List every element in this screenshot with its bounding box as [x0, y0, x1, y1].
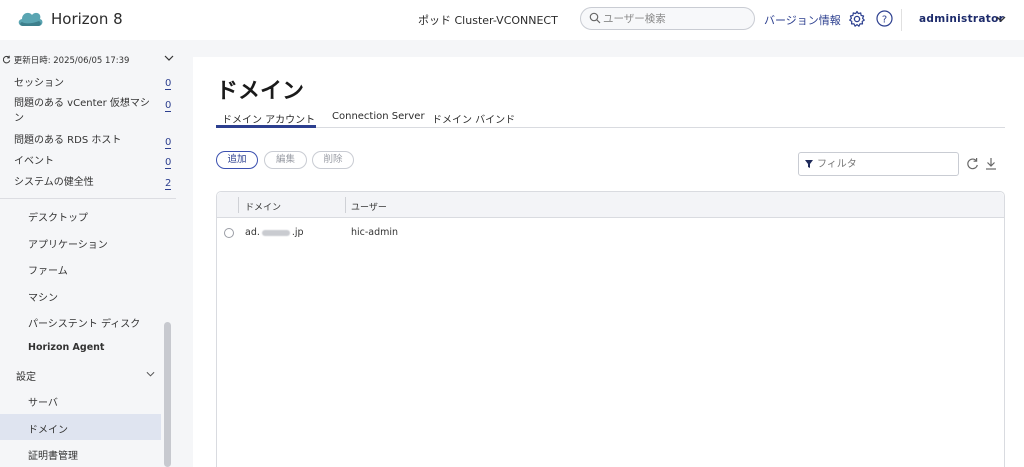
chevron-down-icon[interactable] [164, 55, 174, 62]
last-updated[interactable]: 更新日時: 2025/06/05 17:39 [2, 54, 129, 66]
column-separator [345, 197, 346, 213]
sidebar-item-certificate-management[interactable]: 証明書管理 [28, 447, 78, 462]
stat-problem-rds-hosts-count[interactable]: 0 [165, 137, 172, 149]
chevron-down-icon[interactable] [146, 371, 155, 378]
row-select-radio[interactable] [224, 228, 234, 238]
gear-icon[interactable] [848, 10, 866, 28]
edit-button[interactable]: 編集 [264, 151, 307, 169]
active-tab-indicator [216, 125, 316, 128]
domain-prefix: ad. [245, 227, 260, 238]
help-icon[interactable]: ? [876, 10, 893, 27]
stat-problem-rds-hosts: 問題のある RDS ホスト [14, 135, 122, 146]
stat-system-health-count[interactable]: 2 [165, 178, 172, 190]
stat-events: イベント [14, 156, 54, 167]
page-title: ドメイン [216, 79, 305, 104]
sidebar-item-domains[interactable]: ドメイン [28, 421, 68, 436]
search-icon [589, 12, 601, 24]
sidebar-item-horizon-agent[interactable]: Horizon Agent [28, 342, 104, 353]
app-title: Horizon 8 [51, 10, 123, 28]
filter-box[interactable] [798, 152, 959, 176]
refresh-icon[interactable] [2, 55, 11, 64]
version-info-link[interactable]: バージョン情報 [764, 12, 841, 28]
sidebar-divider [0, 198, 176, 199]
stat-system-health: システムの健全性 [14, 177, 94, 188]
sidebar-section-settings[interactable]: 設定 [16, 368, 36, 383]
delete-button[interactable]: 削除 [312, 151, 354, 169]
sidebar-item-applications[interactable]: アプリケーション [28, 236, 108, 251]
sidebar: 更新日時: 2025/06/05 17:39 セッション 0 問題のある vCe… [0, 40, 176, 467]
pod-name: Cluster-VCONNECT [454, 14, 558, 27]
sidebar-active-highlight [0, 414, 161, 440]
redacted-text [261, 229, 290, 236]
sidebar-scrollbar[interactable] [164, 322, 171, 467]
sidebar-item-persistent-disks[interactable]: パーシステント ディスク [28, 315, 140, 330]
add-button[interactable]: 追加 [216, 151, 258, 169]
sidebar-item-servers[interactable]: サーバ [28, 394, 58, 409]
download-icon[interactable] [985, 157, 997, 170]
table-header: ドメイン ユーザー [217, 192, 1004, 218]
table-row[interactable]: ad. .jp hic-admin [217, 219, 1004, 245]
chevron-down-icon[interactable] [996, 15, 1006, 23]
domain-cell: ad. .jp [245, 227, 304, 238]
svg-text:?: ? [882, 14, 887, 25]
refresh-icon[interactable] [966, 157, 979, 170]
horizon-logo-icon [18, 12, 43, 26]
user-search-input[interactable] [603, 11, 748, 27]
column-header-domain[interactable]: ドメイン [245, 200, 281, 213]
stat-sessions-count[interactable]: 0 [165, 78, 172, 90]
stat-events-count[interactable]: 0 [165, 157, 172, 169]
header-divider [901, 9, 902, 31]
top-header: Horizon 8 ポッド Cluster-VCONNECT バージョン情報 ?… [0, 0, 1024, 40]
tab-domain-accounts[interactable]: ドメイン アカウント [222, 111, 315, 126]
sidebar-item-desktops[interactable]: デスクトップ [28, 209, 88, 224]
tabs-divider [216, 127, 1005, 128]
stat-problem-vcenter-vms-count[interactable]: 0 [165, 100, 172, 112]
stat-problem-vcenter-vms: 問題のある vCenter 仮想マシン [14, 98, 150, 124]
column-separator [238, 197, 239, 213]
main-panel: ドメイン ドメイン アカウント Connection Server ドメイン バ… [193, 57, 1024, 467]
stat-sessions: セッション [14, 78, 64, 89]
user-menu[interactable]: administrator [919, 13, 1004, 25]
column-header-user[interactable]: ユーザー [351, 200, 387, 213]
last-updated-text: 更新日時: 2025/06/05 17:39 [13, 56, 130, 66]
domain-suffix: .jp [291, 227, 304, 238]
sidebar-item-farms[interactable]: ファーム [28, 262, 68, 277]
pod-label: ポッド [418, 14, 451, 27]
tab-domain-bind[interactable]: ドメイン バインド [432, 111, 515, 126]
pod-indicator: ポッド Cluster-VCONNECT [418, 12, 558, 28]
sidebar-item-machines[interactable]: マシン [28, 289, 58, 304]
user-cell: hic-admin [351, 227, 399, 238]
filter-icon [805, 160, 813, 168]
tab-connection-server[interactable]: Connection Server [332, 111, 425, 122]
user-search-box[interactable] [580, 7, 755, 30]
domain-accounts-table: ドメイン ユーザー ad. .jp hic-admin [216, 191, 1005, 467]
filter-input[interactable] [817, 157, 952, 172]
